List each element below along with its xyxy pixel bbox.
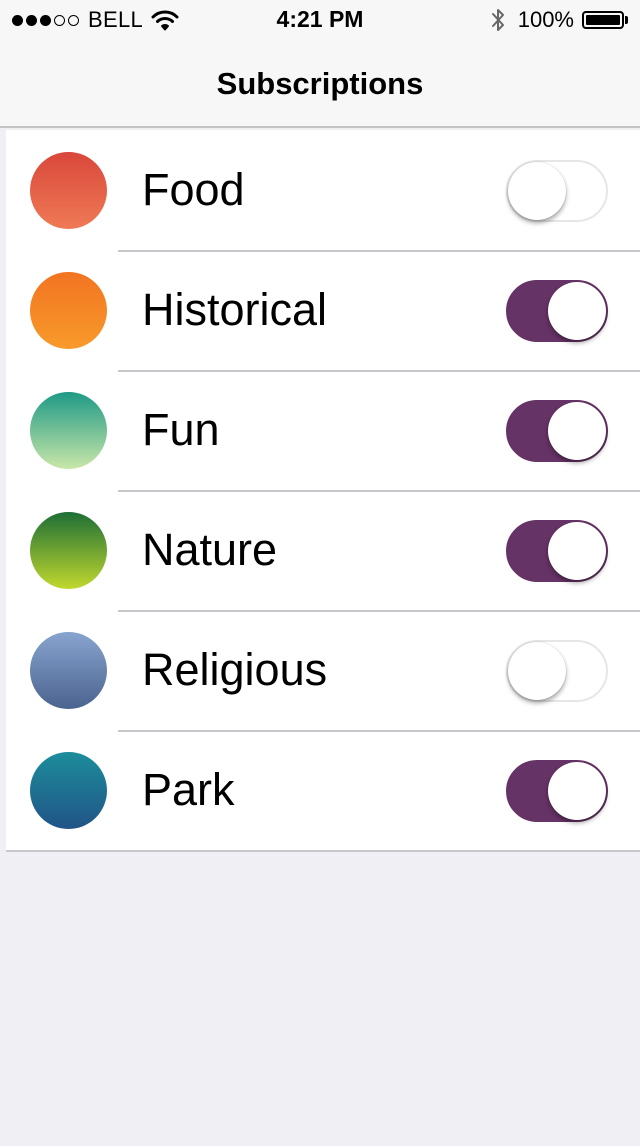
category-label: Nature bbox=[142, 524, 278, 575]
subscription-toggle[interactable] bbox=[506, 640, 608, 702]
subscription-toggle[interactable] bbox=[506, 520, 608, 582]
battery-percent: 100% bbox=[517, 7, 574, 32]
subscription-toggle[interactable] bbox=[506, 160, 608, 222]
list-item: Fun bbox=[6, 370, 640, 490]
subscription-toggle[interactable] bbox=[506, 280, 608, 342]
status-bar: BELL 4:21 PM 100% bbox=[0, 0, 640, 40]
list-item: Food bbox=[6, 130, 640, 250]
category-label: Park bbox=[142, 764, 235, 815]
battery-level bbox=[586, 15, 620, 25]
category-label: Religious bbox=[142, 644, 328, 695]
bluetooth-icon bbox=[491, 9, 504, 31]
category-color-icon bbox=[30, 752, 107, 829]
toggle-knob bbox=[548, 402, 606, 460]
battery-icon bbox=[582, 11, 624, 29]
page-title: Subscriptions bbox=[216, 66, 424, 101]
list-item: Nature bbox=[6, 490, 640, 610]
category-color-icon bbox=[30, 632, 107, 709]
toggle-knob bbox=[548, 282, 606, 340]
category-color-icon bbox=[30, 152, 107, 229]
toggle-knob bbox=[508, 162, 566, 220]
category-label: Fun bbox=[142, 404, 220, 455]
subscription-list: Food Historical Fun Nature Religious Park bbox=[6, 130, 640, 852]
battery-tip bbox=[625, 16, 628, 24]
list-item: Park bbox=[6, 730, 640, 850]
category-color-icon bbox=[30, 512, 107, 589]
toggle-knob bbox=[548, 522, 606, 580]
subscription-toggle[interactable] bbox=[506, 400, 608, 462]
category-label: Food bbox=[142, 164, 245, 215]
status-right: 100% bbox=[490, 7, 628, 33]
toggle-knob bbox=[508, 642, 566, 700]
toggle-knob bbox=[548, 762, 606, 820]
list-item: Religious bbox=[6, 610, 640, 730]
list-item: Historical bbox=[6, 250, 640, 370]
category-color-icon bbox=[30, 392, 107, 469]
category-color-icon bbox=[30, 272, 107, 349]
navigation-bar: Subscriptions bbox=[0, 40, 640, 128]
subscription-toggle[interactable] bbox=[506, 760, 608, 822]
category-label: Historical bbox=[142, 284, 328, 335]
